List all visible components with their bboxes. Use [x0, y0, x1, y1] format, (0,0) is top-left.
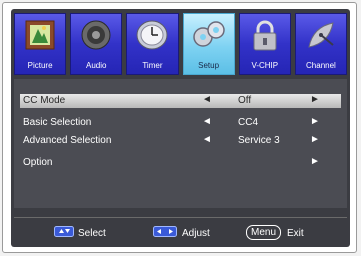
left-arrow-icon[interactable]: ◄: [202, 94, 212, 105]
row-value: Service 3: [238, 135, 280, 146]
tab-v-chip[interactable]: V-CHIP: [238, 13, 291, 75]
menu-row-cc-mode[interactable]: CC Mode ◄ Off ►: [20, 94, 341, 108]
padlock-icon: [253, 20, 277, 51]
osd-window: Picture Audio Timer Setup V-CHIP Channel…: [2, 2, 357, 253]
picture-frame-icon: [25, 20, 55, 50]
tab-picture[interactable]: Picture: [14, 13, 67, 75]
row-label: CC Mode: [23, 95, 66, 106]
tab-label: Picture: [27, 61, 53, 70]
left-right-keys-icon: [153, 226, 177, 237]
tab-label: Audio: [86, 61, 107, 70]
row-label: Basic Selection: [23, 117, 92, 128]
row-label: Option: [23, 157, 53, 168]
up-down-keys-icon: [54, 226, 74, 237]
left-arrow-icon[interactable]: ◄: [202, 134, 212, 145]
select-hint: Select: [78, 228, 106, 239]
tab-bar: Picture Audio Timer Setup V-CHIP Channel: [14, 13, 348, 75]
right-arrow-icon[interactable]: ►: [310, 134, 320, 145]
row-label: Advanced Selection: [23, 135, 112, 146]
right-arrow-icon[interactable]: ►: [310, 94, 320, 105]
menu-panel: Picture Audio Timer Setup V-CHIP Channel…: [11, 9, 350, 247]
menu-row-option[interactable]: Option ►: [20, 156, 341, 170]
satellite-dish-icon: [308, 22, 334, 48]
row-value: Off: [238, 95, 252, 106]
tab-audio[interactable]: Audio: [70, 13, 123, 75]
footer-hints: Select Adjust Menu Exit: [14, 219, 347, 245]
tab-label: Timer: [142, 61, 163, 70]
tab-channel[interactable]: Channel: [294, 13, 348, 75]
speaker-icon: [81, 20, 111, 50]
tab-label: Setup: [198, 61, 220, 70]
menu-row-advanced-selection[interactable]: Advanced Selection ◄ Service 3 ►: [20, 134, 341, 148]
tab-label: V-CHIP: [251, 61, 279, 70]
left-arrow-icon[interactable]: ◄: [202, 116, 212, 127]
footer-divider: [14, 217, 347, 218]
right-arrow-icon[interactable]: ►: [310, 156, 320, 167]
tab-label: Channel: [306, 61, 336, 70]
menu-button[interactable]: Menu: [246, 225, 282, 240]
gears-icon: [192, 21, 225, 47]
tab-timer[interactable]: Timer: [126, 13, 179, 75]
adjust-hint: Adjust: [182, 228, 210, 239]
settings-list: CC Mode ◄ Off ► Basic Selection ◄ CC4 ► …: [14, 79, 347, 208]
row-value: CC4: [238, 117, 259, 128]
right-arrow-icon[interactable]: ►: [310, 116, 320, 127]
exit-hint: Exit: [287, 228, 304, 239]
menu-row-basic-selection[interactable]: Basic Selection ◄ CC4 ►: [20, 116, 341, 130]
clock-icon: [136, 20, 168, 50]
tab-setup[interactable]: Setup: [182, 13, 235, 75]
